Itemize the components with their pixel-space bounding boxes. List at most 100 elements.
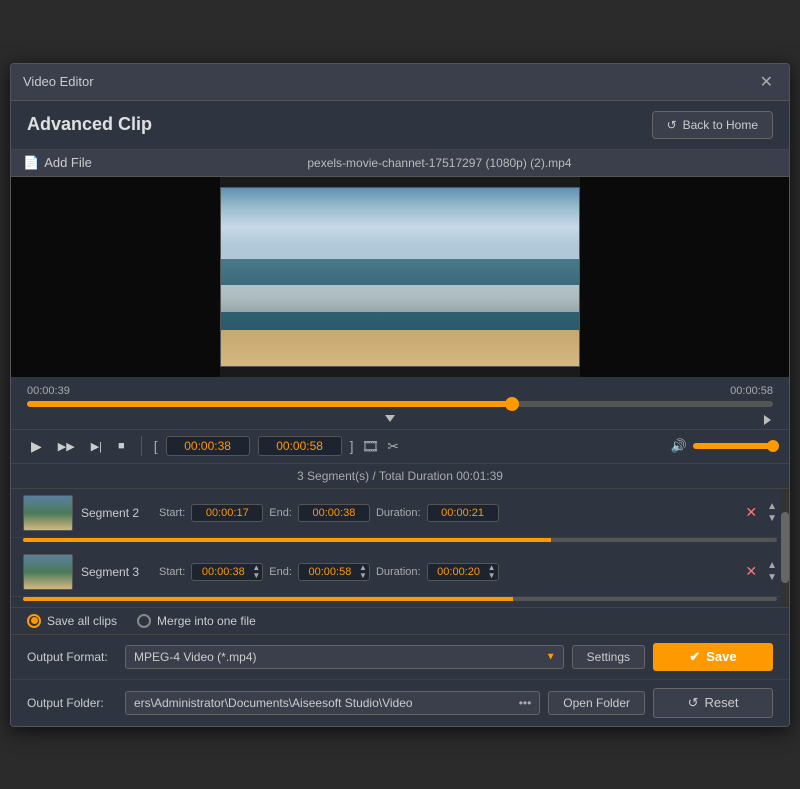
save-options-row: Save all clips Merge into one file [11,608,789,635]
segment-3-thumb [23,554,73,590]
merge-option[interactable]: Merge into one file [137,614,256,628]
video-left-padding [11,177,220,377]
segment-2-sort[interactable]: ▲ ▼ [767,502,777,524]
volume-thumb[interactable] [767,440,779,452]
time-end: 00:00:58 [730,385,773,397]
separator-1 [141,436,142,456]
toolbar-row: 📄 Add File pexels-movie-channet-17517297… [11,150,789,177]
window-title: Video Editor [23,74,94,89]
segment-3-duration-arrows: ▲ ▼ [488,564,496,580]
timeline-area: 00:00:39 00:00:58 [11,377,789,430]
save-button[interactable]: ✔ Save [653,643,773,671]
progress-thumb[interactable] [505,397,519,411]
output-format-row: Output Format: MPEG-4 Video (*.mp4) ▼ Se… [11,635,789,680]
folder-dots-button[interactable]: ••• [519,696,532,710]
video-preview [220,187,580,367]
video-right-padding [580,177,789,377]
progress-fill [27,401,512,407]
save-all-radio[interactable] [27,614,41,628]
video-sand [221,330,579,366]
volume-track[interactable] [693,443,773,449]
video-waves [221,285,579,312]
time-out-group[interactable] [258,436,342,456]
back-home-icon: ↺ [667,118,677,132]
back-home-button[interactable]: ↺ Back to Home [652,111,773,139]
segment-3-start[interactable]: 00:00:38 ▲ ▼ [191,563,263,581]
time-out-input[interactable] [265,439,335,453]
scrollbar[interactable] [781,489,789,607]
table-row: Segment 3 Start: 00:00:38 ▲ ▼ End: 00:00… [11,548,789,597]
segment-2-start: 00:00:17 [191,504,263,522]
time-in-input[interactable] [173,439,243,453]
trim-handle-right[interactable] [764,415,771,425]
bracket-right: ] [350,438,354,454]
segment-3-close[interactable]: ✕ [745,563,757,580]
segment-3-name: Segment 3 [81,565,151,579]
segment-info: 3 Segment(s) / Total Duration 00:01:39 [11,464,789,489]
volume-icon: 🔊 [671,438,687,454]
sort-down-3[interactable]: ▼ [767,573,777,583]
segment-2-duration: 00:00:21 [427,504,499,522]
folder-path-display: ers\Administrator\Documents\Aiseesoft St… [125,691,540,715]
settings-button[interactable]: Settings [572,645,645,669]
segment-2-bar [23,538,777,542]
table-row: Segment 2 Start: 00:00:17 End: 00:00:38 … [11,489,789,538]
title-bar: Video Editor ✕ [11,64,789,101]
play-button[interactable]: ▶ [27,436,46,457]
stop-button[interactable]: ■ [114,438,129,454]
format-select[interactable]: MPEG-4 Video (*.mp4) [125,645,564,669]
close-button[interactable]: ✕ [756,72,777,92]
time-in-group[interactable] [166,436,250,456]
filename-label: pexels-movie-channet-17517297 (1080p) (2… [102,156,777,170]
format-select-wrapper: MPEG-4 Video (*.mp4) ▼ [125,645,564,669]
open-folder-button[interactable]: Open Folder [548,691,645,715]
segment-3-start-arrows: ▲ ▼ [252,564,260,580]
folder-path-text: ers\Administrator\Documents\Aiseesoft St… [134,696,513,710]
folder-label: Output Folder: [27,696,117,710]
step-forward-button[interactable]: ▶| [87,438,106,455]
segment-2-name: Segment 2 [81,506,151,520]
merge-radio[interactable] [137,614,151,628]
sort-up-2[interactable]: ▲ [767,502,777,512]
segment-3-end[interactable]: 00:00:58 ▲ ▼ [298,563,370,581]
scrollbar-thumb[interactable] [781,512,789,583]
time-labels: 00:00:39 00:00:58 [27,385,773,397]
reset-button[interactable]: ↺ Reset [653,688,773,718]
format-label: Output Format: [27,650,117,664]
time-start: 00:00:39 [27,385,70,397]
video-area [11,177,789,377]
film-icon[interactable]: 🎞 [361,438,379,455]
end-label-3: End: [269,566,292,578]
add-file-button[interactable]: 📄 Add File [23,155,92,171]
fast-forward-button[interactable]: ▶▶ [54,438,79,455]
segment-3-end-arrows: ▲ ▼ [359,564,367,580]
save-all-label: Save all clips [47,614,117,628]
output-folder-row: Output Folder: ers\Administrator\Documen… [11,680,789,726]
duration-label-2: Duration: [376,507,421,519]
add-file-label: Add File [44,155,92,170]
segments-list: Segment 2 Start: 00:00:17 End: 00:00:38 … [11,489,789,608]
segment-2-end: 00:00:38 [298,504,370,522]
scissors-icon[interactable]: ✂ [387,438,399,455]
segment-3-sort[interactable]: ▲ ▼ [767,561,777,583]
save-all-option[interactable]: Save all clips [27,614,117,628]
segment-3-duration[interactable]: 00:00:20 ▲ ▼ [427,563,499,581]
duration-label-3: Duration: [376,566,421,578]
volume-area: 🔊 [671,438,773,454]
segment-info-text: 3 Segment(s) / Total Duration 00:01:39 [297,469,503,483]
page-title: Advanced Clip [27,114,152,135]
segment-3-times: Start: 00:00:38 ▲ ▼ End: 00:00:58 ▲ ▼ [159,563,733,581]
volume-fill [693,443,773,449]
reset-label: Reset [704,695,738,710]
progress-track[interactable] [27,401,773,407]
segment-2-times: Start: 00:00:17 End: 00:00:38 Duration: … [159,504,733,522]
trim-handle-left[interactable] [385,415,395,422]
end-label-2: End: [269,507,292,519]
segment-2-close[interactable]: ✕ [745,504,757,521]
main-window: Video Editor ✕ Advanced Clip ↺ Back to H… [10,63,790,727]
add-file-icon: 📄 [23,155,39,171]
sort-up-3[interactable]: ▲ [767,561,777,571]
sort-down-2[interactable]: ▼ [767,514,777,524]
segment-3-bar [23,597,777,601]
start-label-2: Start: [159,507,185,519]
